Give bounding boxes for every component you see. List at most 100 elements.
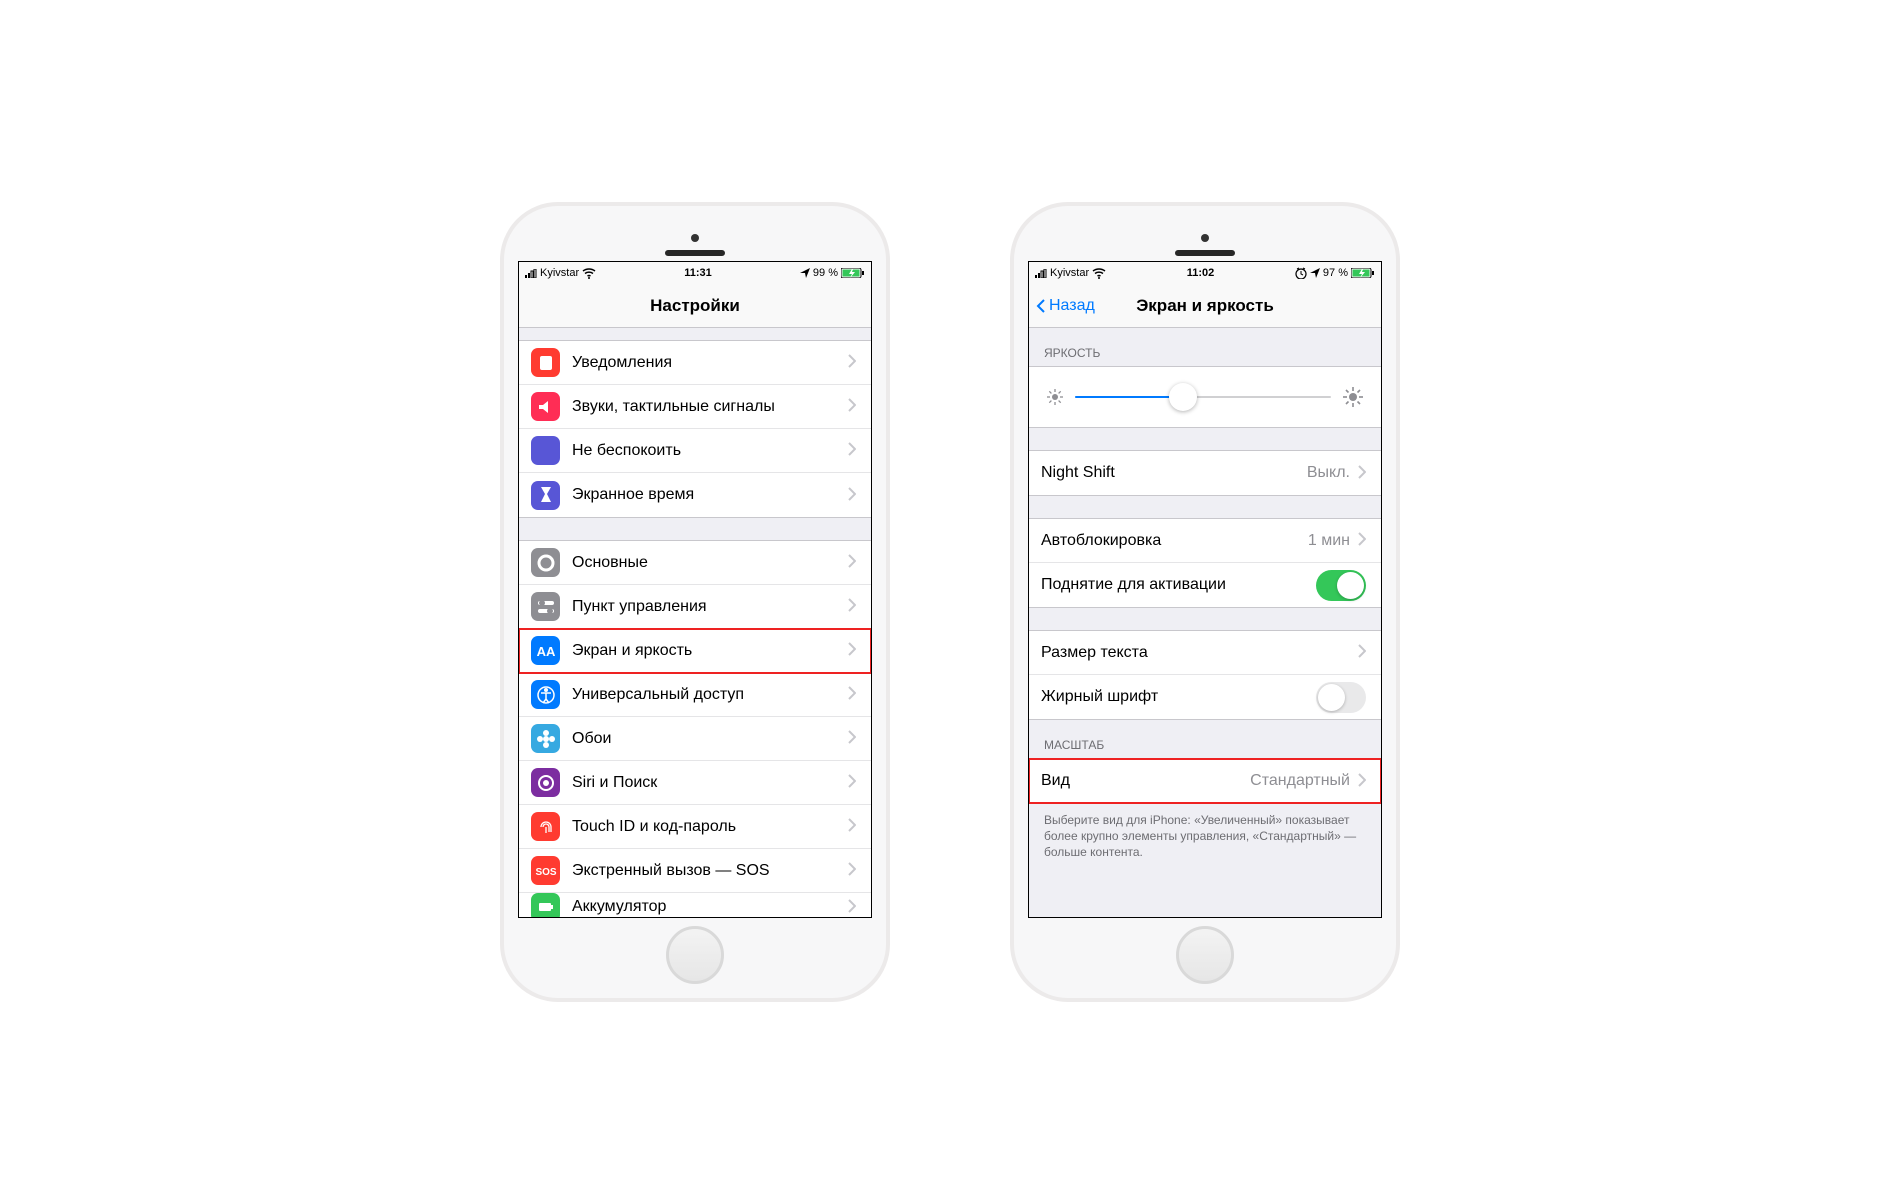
chevron-icon	[1356, 530, 1366, 551]
moon-icon	[531, 436, 560, 465]
home-button[interactable]	[1176, 926, 1234, 984]
value: 1 мин	[1308, 532, 1350, 550]
settings-row[interactable]: Звуки, тактильные сигналы	[519, 385, 871, 429]
row-label: Аккумулятор	[572, 898, 846, 916]
row-label: Экранное время	[572, 486, 846, 504]
screen-settings-root: Kyivstar 11:31 99 % Настройки Уведомлени…	[518, 261, 872, 918]
toggle-raise-to-wake[interactable]	[1316, 570, 1366, 601]
chevron-icon	[846, 485, 856, 506]
acc-icon	[531, 680, 560, 709]
page-title: Настройки	[650, 296, 740, 316]
row-label: Экран и яркость	[572, 642, 846, 660]
chevron-icon	[1356, 642, 1366, 663]
nav-bar: Назад Экран и яркость	[1029, 284, 1381, 328]
back-label: Назад	[1049, 297, 1095, 315]
section-brightness-label: ЯРКОСТЬ	[1029, 328, 1381, 366]
batt-icon	[531, 893, 560, 917]
chevron-icon	[846, 552, 856, 573]
settings-row[interactable]: Экстренный вызов — SOS	[519, 849, 871, 893]
notif-icon	[531, 348, 560, 377]
aa-icon	[531, 636, 560, 665]
location-icon	[800, 268, 810, 278]
settings-row[interactable]: Аккумулятор	[519, 893, 871, 917]
row-label: Touch ID и код-пароль	[572, 818, 846, 836]
row-label: Уведомления	[572, 354, 846, 372]
home-button[interactable]	[666, 926, 724, 984]
nav-bar: Настройки	[519, 284, 871, 328]
flower-icon	[531, 724, 560, 753]
settings-row[interactable]: Универсальный доступ	[519, 673, 871, 717]
clock: 11:31	[684, 267, 712, 279]
label: Вид	[1041, 772, 1250, 790]
chevron-icon	[846, 860, 856, 881]
settings-row[interactable]: Основные	[519, 541, 871, 585]
chevron-icon	[846, 352, 856, 373]
chevron-icon	[846, 396, 856, 417]
row-label: Не беспокоить	[572, 442, 846, 460]
signal-icon	[525, 269, 537, 278]
label: Жирный шрифт	[1041, 688, 1316, 706]
carrier: Kyivstar	[1050, 267, 1089, 279]
toggle-bold-text[interactable]	[1316, 682, 1366, 713]
status-bar: Kyivstar 11:02 97 %	[1029, 262, 1381, 284]
value: Стандартный	[1250, 772, 1350, 790]
row-label: Экстренный вызов — SOS	[572, 862, 846, 880]
alarm-icon	[1295, 267, 1307, 279]
row-label: Обои	[572, 730, 846, 748]
brightness-slider[interactable]	[1075, 396, 1331, 398]
row-raise-to-wake: Поднятие для активации	[1029, 563, 1381, 607]
value: Выкл.	[1307, 464, 1350, 482]
battery-pct: 99 %	[813, 267, 838, 279]
battery-icon	[841, 268, 865, 278]
row-label: Пункт управления	[572, 598, 846, 616]
row-autolock[interactable]: Автоблокировка 1 мин	[1029, 519, 1381, 563]
row-label: Универсальный доступ	[572, 686, 846, 704]
settings-row[interactable]: Обои	[519, 717, 871, 761]
settings-row[interactable]: Пункт управления	[519, 585, 871, 629]
sound-icon	[531, 392, 560, 421]
phone-left: Kyivstar 11:31 99 % Настройки Уведомлени…	[500, 202, 890, 1002]
settings-row[interactable]: Не беспокоить	[519, 429, 871, 473]
settings-row[interactable]: Siri и Поиск	[519, 761, 871, 805]
hourglass-icon	[531, 481, 560, 510]
gear-icon	[531, 548, 560, 577]
label: Размер текста	[1041, 644, 1356, 662]
battery-pct: 97 %	[1323, 267, 1348, 279]
battery-icon	[1351, 268, 1375, 278]
chevron-icon	[846, 440, 856, 461]
wifi-icon	[1092, 267, 1106, 279]
sun-small-icon	[1047, 389, 1063, 405]
siri-icon	[531, 768, 560, 797]
finger-icon	[531, 812, 560, 841]
chevron-icon	[846, 897, 856, 918]
clock: 11:02	[1187, 267, 1215, 279]
label: Night Shift	[1041, 464, 1307, 482]
footer-note: Выберите вид для iPhone: «Увеличенный» п…	[1029, 804, 1381, 869]
row-bold-text: Жирный шрифт	[1029, 675, 1381, 719]
wifi-icon	[582, 267, 596, 279]
row-text-size[interactable]: Размер текста	[1029, 631, 1381, 675]
row-label: Siri и Поиск	[572, 774, 846, 792]
status-bar: Kyivstar 11:31 99 %	[519, 262, 871, 284]
settings-row[interactable]: Touch ID и код-пароль	[519, 805, 871, 849]
location-icon	[1310, 268, 1320, 278]
settings-row[interactable]: Уведомления	[519, 341, 871, 385]
page-title: Экран и яркость	[1136, 296, 1274, 316]
phone-right: Kyivstar 11:02 97 % Назад Экран и яркост…	[1010, 202, 1400, 1002]
chevron-icon	[846, 640, 856, 661]
chevron-icon	[1356, 771, 1366, 792]
chevron-icon	[846, 596, 856, 617]
row-label: Звуки, тактильные сигналы	[572, 398, 846, 416]
settings-row[interactable]: Экран и яркость	[519, 629, 871, 673]
label: Поднятие для активации	[1041, 576, 1316, 594]
chevron-icon	[846, 684, 856, 705]
row-view[interactable]: Вид Стандартный	[1029, 759, 1381, 803]
brightness-slider-row	[1029, 367, 1381, 427]
back-button[interactable]: Назад	[1035, 297, 1095, 315]
section-zoom-label: МАСШТАБ	[1029, 720, 1381, 758]
chevron-icon	[846, 816, 856, 837]
label: Автоблокировка	[1041, 532, 1308, 550]
row-night-shift[interactable]: Night Shift Выкл.	[1029, 451, 1381, 495]
sos-icon	[531, 856, 560, 885]
settings-row[interactable]: Экранное время	[519, 473, 871, 517]
